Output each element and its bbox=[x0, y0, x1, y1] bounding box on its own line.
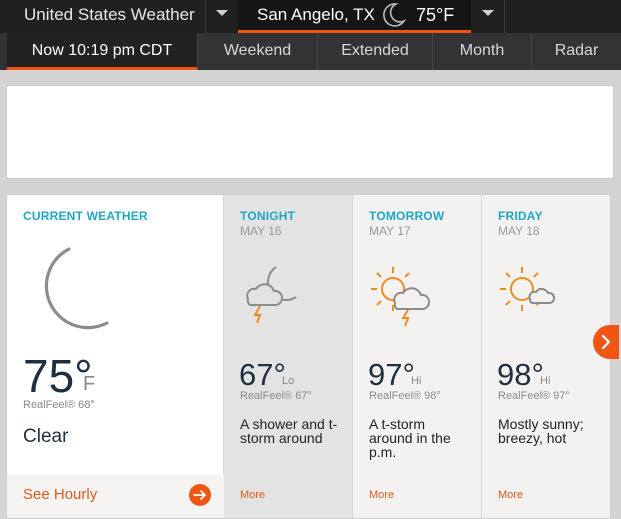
sun-storm-icon bbox=[371, 267, 431, 327]
temp-unit: F bbox=[83, 373, 96, 395]
card-date: MAY 16 bbox=[240, 224, 282, 238]
forecast-temp: 98° bbox=[497, 357, 544, 392]
card-heading: TOMORROW bbox=[369, 209, 445, 223]
temp-label: Hi bbox=[540, 375, 551, 387]
forecast-card-friday[interactable]: FRIDAY MAY 18 98° Hi RealFeel® 97° Mostl… bbox=[482, 195, 610, 518]
forecast-nav: Now 10:19 pm CDT Weekend Extended Month … bbox=[0, 33, 621, 70]
realfeel: RealFeel® 67° bbox=[240, 390, 312, 402]
current-weather-card[interactable]: CURRENT WEATHER 75° F RealFeel® 68° Clea… bbox=[7, 195, 224, 518]
forecast-temp: 97° bbox=[368, 357, 415, 392]
location-temp: 75°F bbox=[416, 5, 455, 25]
divider bbox=[504, 0, 505, 33]
card-heading: CURRENT WEATHER bbox=[23, 209, 148, 223]
card-date: MAY 17 bbox=[369, 224, 411, 238]
location-city: San Angelo, TX bbox=[257, 5, 375, 24]
sun-cloud-icon bbox=[500, 267, 556, 311]
tab-weekend[interactable]: Weekend bbox=[198, 33, 317, 70]
forecast-description: Mostly sunny; breezy, hot bbox=[498, 416, 584, 446]
caret-down-icon bbox=[216, 10, 228, 16]
realfeel: RealFeel® 97° bbox=[498, 390, 570, 402]
location-dropdown-button[interactable] bbox=[471, 0, 504, 33]
current-condition: Clear bbox=[23, 426, 69, 447]
top-bar: United States Weather San Angelo, TX 75°… bbox=[0, 0, 621, 33]
location-selector[interactable]: San Angelo, TX 75°F bbox=[238, 0, 471, 33]
more-link[interactable]: More bbox=[240, 489, 265, 501]
tab-now[interactable]: Now 10:19 pm CDT bbox=[7, 33, 197, 70]
tab-month[interactable]: Month bbox=[433, 33, 531, 70]
see-hourly-label: See Hourly bbox=[23, 486, 98, 503]
forecast-card-tonight[interactable]: TONIGHT MAY 16 67° Lo RealFeel® 67° A sh… bbox=[224, 195, 353, 518]
next-forecast-button[interactable] bbox=[593, 325, 619, 359]
card-heading: FRIDAY bbox=[498, 209, 543, 223]
forecast-description: A shower and t-storm around bbox=[240, 416, 338, 446]
more-link[interactable]: More bbox=[498, 489, 523, 501]
temp-label: Hi bbox=[411, 375, 422, 387]
forecast-temp: 67° bbox=[239, 357, 286, 392]
forecast-card-tomorrow[interactable]: TOMORROW MAY 17 97° Hi RealFeel® 98° A t… bbox=[353, 195, 482, 518]
card-date: MAY 18 bbox=[498, 224, 540, 238]
see-hourly-link[interactable]: See Hourly bbox=[7, 475, 224, 518]
chevron-right-icon bbox=[601, 334, 611, 350]
tab-extended[interactable]: Extended bbox=[318, 33, 432, 70]
realfeel: RealFeel® 68° bbox=[23, 399, 95, 411]
ad-panel bbox=[6, 85, 614, 179]
moon-icon bbox=[383, 3, 406, 27]
arrow-right-icon[interactable] bbox=[189, 484, 211, 506]
realfeel: RealFeel® 98° bbox=[369, 390, 441, 402]
caret-down-icon bbox=[482, 10, 494, 16]
forecast-cards: CURRENT WEATHER 75° F RealFeel® 68° Clea… bbox=[6, 194, 611, 519]
night-storm-icon bbox=[246, 266, 297, 324]
region-selector[interactable]: United States Weather bbox=[0, 0, 205, 33]
temp-label: Lo bbox=[282, 375, 295, 387]
region-dropdown-button[interactable] bbox=[205, 0, 238, 33]
card-heading: TONIGHT bbox=[240, 209, 296, 223]
more-link[interactable]: More bbox=[369, 489, 394, 501]
tab-radar[interactable]: Radar bbox=[532, 33, 621, 70]
moon-icon bbox=[44, 247, 109, 330]
forecast-description: A t-storm around in the p.m. bbox=[369, 416, 451, 460]
